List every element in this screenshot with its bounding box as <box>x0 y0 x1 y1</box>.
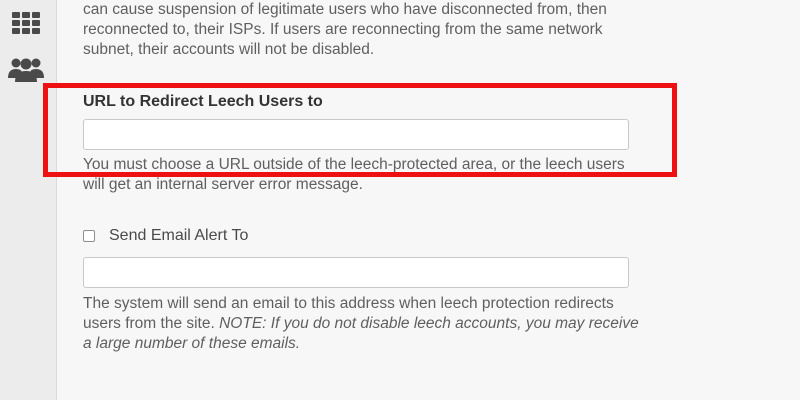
email-alert-checkbox[interactable] <box>83 230 95 242</box>
left-icon-rail <box>0 0 57 400</box>
page: can cause suspension of legitimate users… <box>0 0 800 400</box>
email-alert-row[interactable]: Send Email Alert To <box>83 226 248 246</box>
users-group-icon[interactable] <box>6 54 46 84</box>
email-alert-help-text: The system will send an email to this ad… <box>83 294 643 354</box>
email-alert-input[interactable] <box>83 257 629 288</box>
apps-grid-icon[interactable] <box>6 8 46 38</box>
redirect-url-label: URL to Redirect Leech Users to <box>83 93 323 110</box>
email-alert-label[interactable]: Send Email Alert To <box>109 226 248 246</box>
intro-help-text: can cause suspension of legitimate users… <box>83 1 607 58</box>
redirect-url-input[interactable] <box>83 119 629 150</box>
redirect-url-help-text: You must choose a URL outside of the lee… <box>83 156 625 193</box>
settings-content: can cause suspension of legitimate users… <box>62 0 800 400</box>
